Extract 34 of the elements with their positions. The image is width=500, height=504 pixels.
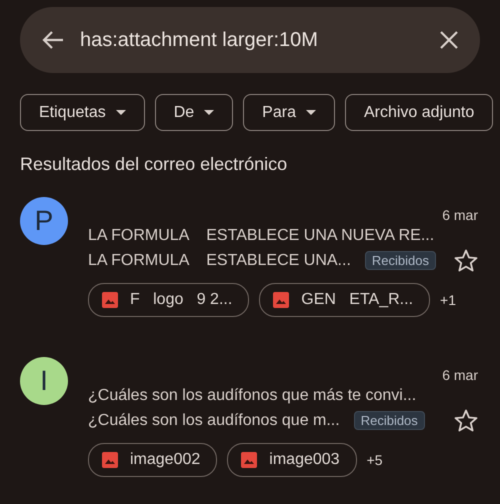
attachment-chip[interactable]: GEN ETA_R... (259, 283, 430, 317)
star-icon[interactable] (454, 249, 478, 272)
email-subject[interactable]: ¿Cuáles son los audífonos que más te convi... (88, 386, 416, 404)
inbox-label: Recibidos (354, 411, 425, 430)
image-icon (241, 452, 258, 468)
email-snippet: LA FORMULA ESTABLECE UNA... (88, 252, 351, 270)
avatar: P (20, 197, 68, 245)
caret-icon (204, 110, 214, 115)
filter-chip[interactable]: Para (243, 94, 335, 131)
search-query[interactable]: has:attachment larger:10M (80, 28, 424, 52)
filter-chip[interactable]: De (154, 94, 234, 131)
inbox-label: Recibidos (364, 251, 436, 270)
image-icon (273, 292, 290, 308)
email-snippet: ¿Cuáles son los audífonos que m... (88, 412, 340, 430)
filter-chip[interactable]: Archivo adjunto (344, 94, 494, 131)
attachment-chip[interactable]: F logo 9 2... (88, 283, 250, 317)
email-date: 6 mar (442, 367, 478, 383)
more-attachments-count: +1 (440, 292, 456, 308)
caret-icon (306, 110, 316, 115)
avatar: I (20, 357, 68, 405)
image-icon (102, 452, 118, 468)
filter-chip[interactable]: Etiquetas (20, 94, 145, 131)
caret-icon (116, 110, 126, 115)
attachment-chip[interactable]: image003 (227, 443, 357, 477)
image-icon (102, 292, 118, 308)
back-arrow-icon[interactable] (42, 30, 64, 50)
more-attachments-count: +5 (366, 452, 383, 468)
email-subject[interactable]: LA FORMULA ESTABLECE UNA NUEVA RE... (88, 226, 434, 244)
search-bar[interactable]: has:attachment larger:10M (20, 7, 480, 73)
attachment-chip[interactable]: image002 (88, 443, 218, 477)
section-title: Resultados del correo electrónico (20, 154, 288, 175)
email-date: 6 mar (442, 207, 478, 223)
close-icon[interactable] (440, 31, 458, 49)
star-icon[interactable] (454, 409, 478, 432)
